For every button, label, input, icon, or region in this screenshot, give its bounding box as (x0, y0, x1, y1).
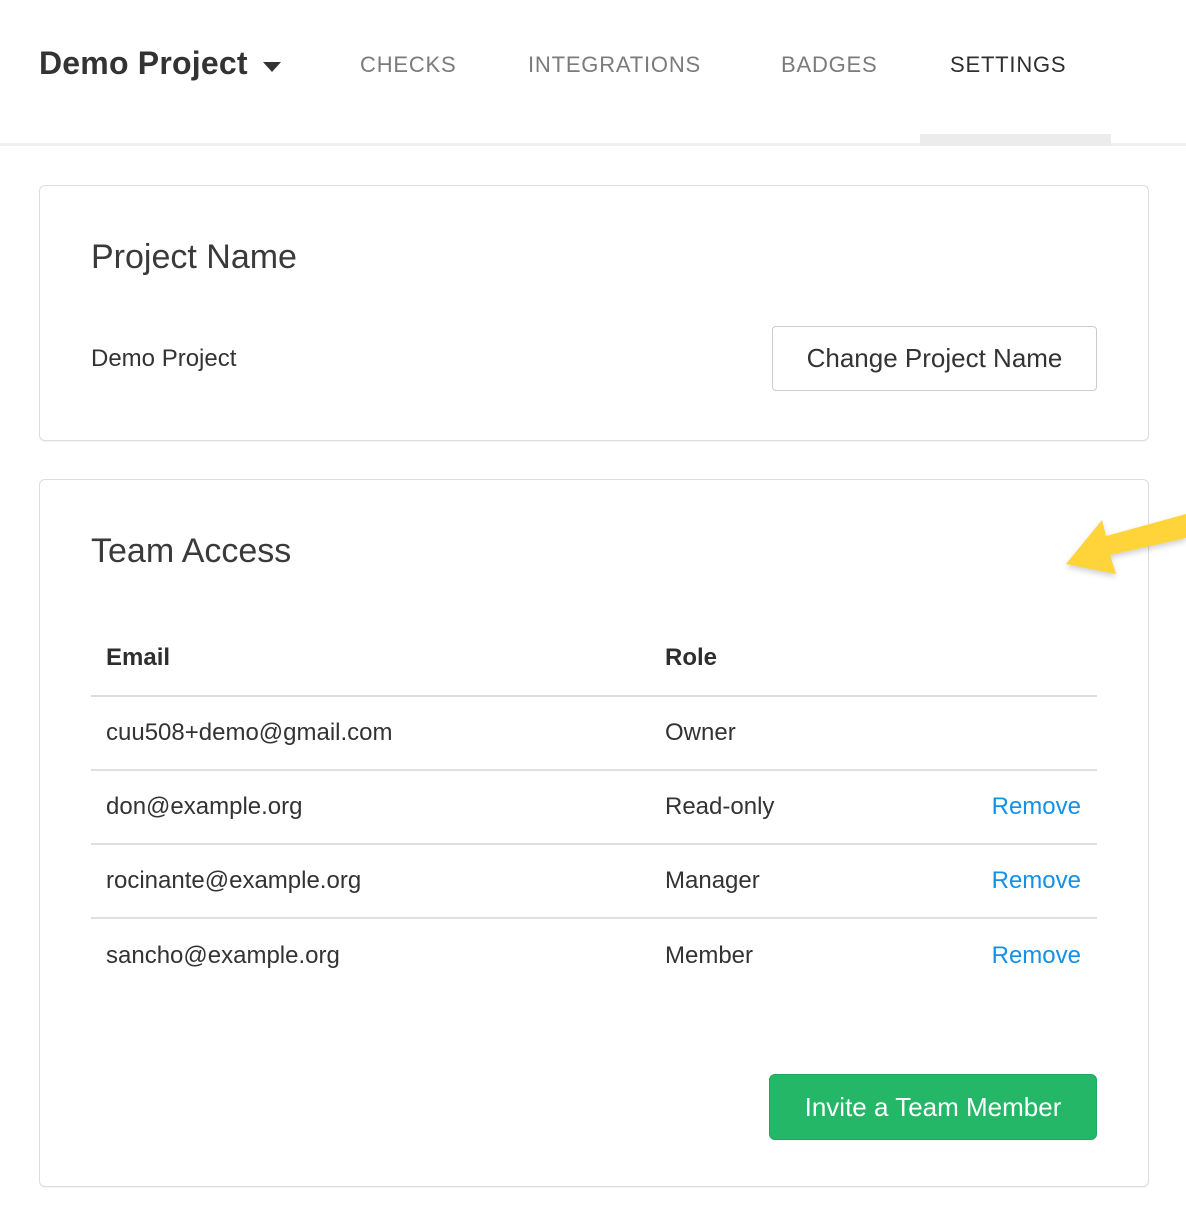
table-row: cuu508+demo@gmail.com Owner (91, 697, 1097, 771)
top-navbar: Demo Project CHECKS INTEGRATIONS BADGES … (0, 0, 1186, 146)
remove-member-link[interactable]: Remove (992, 867, 1081, 894)
member-role: Owner (665, 719, 967, 747)
column-header-role: Role (665, 644, 967, 672)
member-role: Member (665, 942, 967, 970)
team-access-card-title: Team Access (91, 531, 1148, 571)
member-email: sancho@example.org (91, 942, 665, 970)
project-name-value: Demo Project (91, 345, 236, 373)
change-project-name-button[interactable]: Change Project Name (772, 326, 1097, 391)
tab-settings[interactable]: SETTINGS (950, 52, 1066, 78)
project-switcher-label: Demo Project (39, 45, 248, 82)
tab-checks[interactable]: CHECKS (360, 52, 457, 78)
table-row: don@example.org Read-only Remove (91, 771, 1097, 845)
member-email: don@example.org (91, 793, 665, 821)
member-role: Read-only (665, 793, 967, 821)
invite-team-member-button[interactable]: Invite a Team Member (769, 1074, 1097, 1140)
table-row: sancho@example.org Member Remove (91, 919, 1097, 993)
member-email: rocinante@example.org (91, 867, 665, 895)
active-tab-indicator (920, 134, 1111, 146)
project-switcher[interactable]: Demo Project (39, 45, 281, 82)
table-row: rocinante@example.org Manager Remove (91, 845, 1097, 919)
dropdown-caret-icon (263, 62, 281, 72)
team-access-card: Team Access Email Role cuu508+demo@gmail… (39, 479, 1149, 1187)
member-email: cuu508+demo@gmail.com (91, 719, 665, 747)
tab-badges[interactable]: BADGES (781, 52, 878, 78)
tab-integrations[interactable]: INTEGRATIONS (528, 52, 701, 78)
project-name-card: Project Name Demo Project Change Project… (39, 185, 1149, 441)
remove-member-link[interactable]: Remove (992, 942, 1081, 969)
remove-member-link[interactable]: Remove (992, 793, 1081, 820)
column-header-email: Email (91, 644, 665, 672)
member-role: Manager (665, 867, 967, 895)
project-name-card-title: Project Name (91, 237, 1148, 277)
project-settings-page: Demo Project CHECKS INTEGRATIONS BADGES … (0, 0, 1186, 1226)
team-members-table: Email Role cuu508+demo@gmail.com Owner d… (91, 621, 1097, 993)
table-header-row: Email Role (91, 621, 1097, 697)
